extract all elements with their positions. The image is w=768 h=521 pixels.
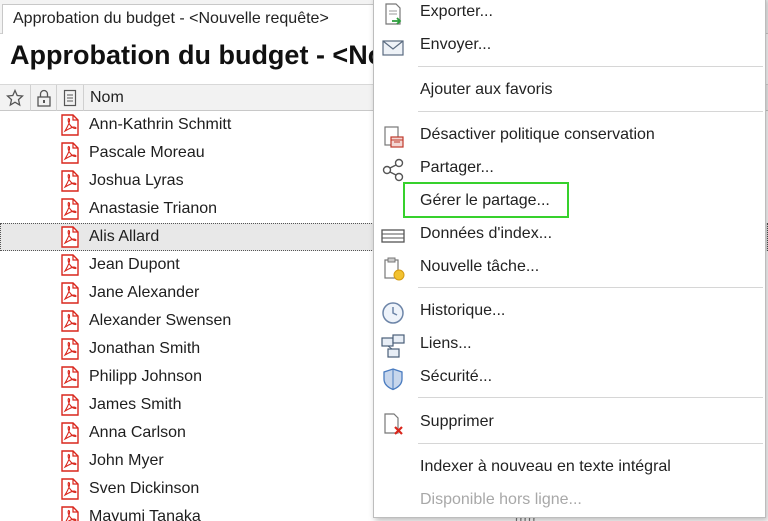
row-name: Mayumi Tanaka [89, 508, 201, 521]
task-clipboard-icon [384, 257, 405, 281]
menu-item-delete[interactable]: Supprimer [374, 408, 765, 438]
name-column-header[interactable]: Nom [90, 89, 124, 107]
highlight-box [403, 182, 569, 218]
share-icon [382, 158, 404, 182]
menu-item-offline: Disponible hors ligne... [374, 486, 765, 516]
pdf-icon [61, 422, 79, 444]
export-icon [385, 3, 402, 25]
context-menu: Exporter... Envoyer... Ajouter aux favor… [373, 0, 766, 518]
row-name: Anastasie Trianon [89, 200, 218, 217]
menu-label: Indexer à nouveau en texte intégral [420, 458, 671, 475]
menu-label: Historique... [420, 302, 506, 319]
menu-item-index-data[interactable]: Données d'index... [374, 220, 765, 250]
row-name: Alis Allard [89, 228, 160, 245]
menu-item-history[interactable]: Historique... [374, 297, 765, 327]
pdf-icon [61, 282, 79, 304]
row-name: Jane Alexander [89, 284, 200, 301]
delete-icon [384, 413, 403, 435]
row-name: Joshua Lyras [89, 172, 184, 189]
menu-item-share[interactable]: Partager... [374, 154, 765, 184]
pdf-icon [61, 310, 79, 332]
pdf-icon [61, 226, 79, 248]
pdf-icon [61, 170, 79, 192]
menu-item-security[interactable]: Sécurité... [374, 363, 765, 393]
menu-label: Disponible hors ligne... [420, 491, 582, 508]
menu-separator [418, 287, 763, 288]
row-name: Alexander Swensen [89, 312, 232, 329]
favorite-column-header[interactable] [0, 85, 31, 111]
menu-label: Exporter... [420, 3, 493, 20]
menu-label: Désactiver politique conservation [420, 126, 655, 143]
menu-label: Données d'index... [420, 225, 553, 242]
menu-item-links[interactable]: Liens... [374, 330, 765, 360]
lock-column-header[interactable] [31, 85, 57, 111]
tab-title: Approbation du budget - <Nouvelle requêt… [13, 10, 329, 27]
pdf-icon [61, 114, 79, 136]
menu-item-send[interactable]: Envoyer... [374, 31, 765, 61]
menu-item-new-task[interactable]: Nouvelle tâche... [374, 253, 765, 283]
pdf-icon [61, 366, 79, 388]
row-name: Pascale Moreau [89, 144, 205, 161]
pdf-icon [61, 338, 79, 360]
row-name: Sven Dickinson [89, 480, 200, 497]
row-name: Anna Carlson [89, 424, 186, 441]
lock-icon [36, 89, 51, 107]
shield-icon [383, 368, 403, 391]
row-name: Jean Dupont [89, 256, 180, 273]
menu-label: Nouvelle tâche... [420, 258, 540, 275]
row-name: Philipp Johnson [89, 368, 202, 385]
menu-label: Liens... [420, 335, 472, 352]
pdf-icon [61, 450, 79, 472]
links-icon [381, 334, 405, 358]
menu-label: Supprimer [420, 413, 494, 430]
pdf-icon [61, 394, 79, 416]
menu-item-add-favorites[interactable]: Ajouter aux favoris [374, 76, 765, 106]
menu-label: Partager... [420, 159, 494, 176]
retention-calendar-icon [384, 126, 404, 148]
pdf-icon [61, 478, 79, 500]
pdf-icon [61, 198, 79, 220]
pdf-icon [61, 506, 79, 521]
menu-separator [418, 397, 763, 398]
pdf-icon [61, 254, 79, 276]
menu-item-export[interactable]: Exporter... [374, 0, 765, 28]
menu-item-reindex[interactable]: Indexer à nouveau en texte intégral [374, 453, 765, 483]
menu-label: Envoyer... [420, 36, 492, 53]
star-icon [6, 89, 24, 107]
tab-budget-approval[interactable]: Approbation du budget - <Nouvelle requêt… [2, 4, 382, 34]
row-name: John Myer [89, 452, 164, 469]
menu-label: Ajouter aux favoris [420, 81, 553, 98]
menu-label: Sécurité... [420, 368, 493, 385]
row-name: Jonathan Smith [89, 340, 201, 357]
menu-separator [418, 443, 763, 444]
type-column-header[interactable] [57, 85, 84, 111]
envelope-icon [382, 40, 404, 56]
menu-item-disable-retention[interactable]: Désactiver politique conservation [374, 121, 765, 151]
clock-icon [382, 302, 404, 324]
menu-separator [418, 111, 763, 112]
menu-separator [418, 66, 763, 67]
document-icon [63, 89, 77, 107]
pdf-icon [61, 142, 79, 164]
index-data-icon [381, 229, 405, 243]
row-name: James Smith [89, 396, 182, 413]
row-name: Ann-Kathrin Schmitt [89, 116, 232, 133]
